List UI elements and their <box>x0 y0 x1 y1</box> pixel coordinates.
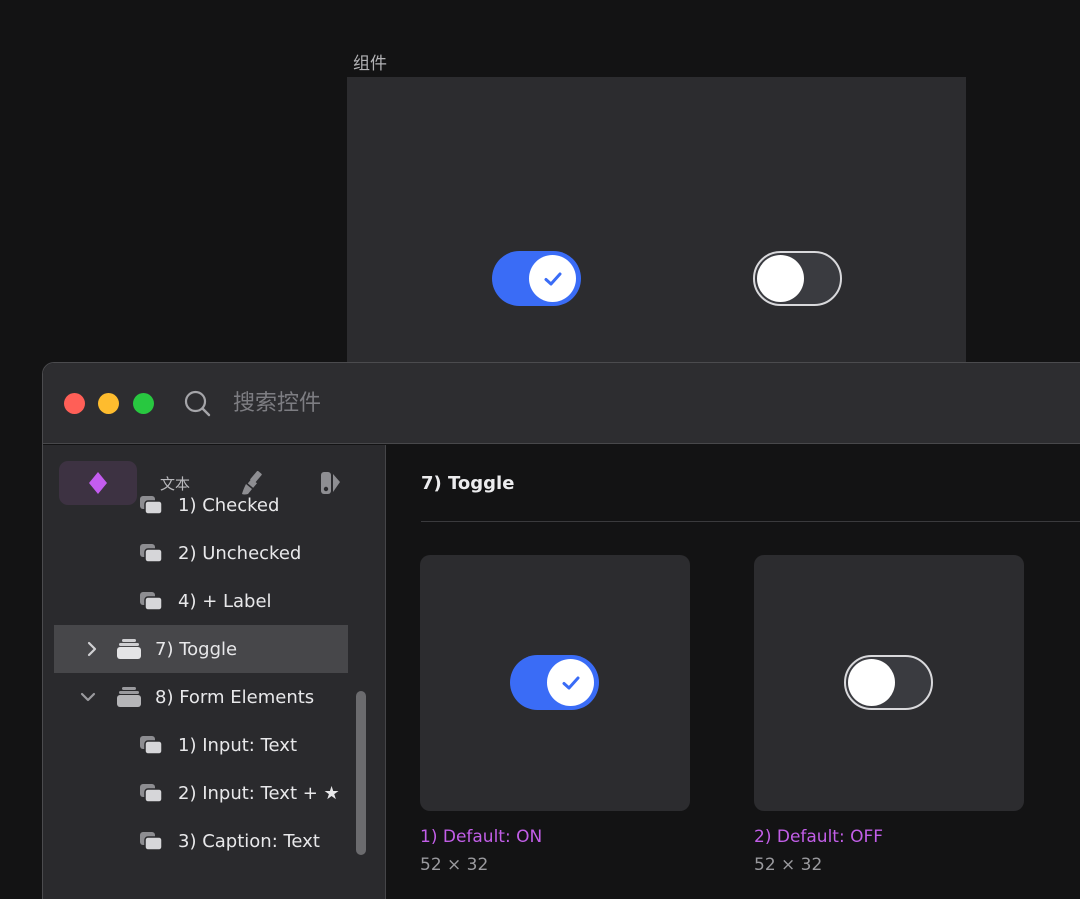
tree-item-input-text[interactable]: 1) Input: Text <box>54 721 348 769</box>
tree-item-checked[interactable]: 1) Checked <box>54 481 348 529</box>
symbol-icon <box>140 736 163 755</box>
component-size: 52 × 32 <box>420 855 489 875</box>
zoom-button[interactable] <box>133 393 154 414</box>
tree-item-label: 7) Toggle <box>155 638 238 660</box>
folder-stack-icon <box>117 639 141 659</box>
toggle-off-thumbnail <box>844 655 933 710</box>
tree-item-input-text-star[interactable]: 2) Input: Text + ★ <box>54 769 348 817</box>
search-icon <box>184 390 211 417</box>
components-window: 文本 1) Checked 2) Unchecke <box>42 362 1080 899</box>
component-panel: 7) Toggle 1) Default: ON 52 × 32 2) Defa… <box>387 445 1080 899</box>
tree-item-unchecked[interactable]: 2) Unchecked <box>54 529 348 577</box>
tree-item-label: 2) Input: Text + ★ <box>178 782 340 804</box>
search-input[interactable] <box>233 385 633 421</box>
symbol-icon <box>140 544 163 563</box>
close-button[interactable] <box>64 393 85 414</box>
artboard[interactable] <box>347 77 966 367</box>
symbol-icon <box>140 832 163 851</box>
tree-item-caption-text[interactable]: 3) Caption: Text <box>54 817 348 865</box>
toggle-knob <box>547 659 594 706</box>
toggle-knob <box>848 659 895 706</box>
checkmark-icon <box>562 676 579 689</box>
toggle-knob <box>529 255 576 302</box>
chevron-right-icon[interactable] <box>84 641 100 657</box>
symbol-icon <box>140 784 163 803</box>
tree-item-label: 3) Caption: Text <box>178 830 320 852</box>
title-bar <box>43 363 1080 444</box>
toggle-on-preview[interactable] <box>492 251 581 306</box>
checkmark-icon <box>544 272 561 285</box>
tree-item-label: 8) Form Elements <box>155 686 315 708</box>
component-size: 52 × 32 <box>754 855 823 875</box>
component-name: 1) Default: ON <box>420 827 543 847</box>
component-name: 2) Default: OFF <box>754 827 884 847</box>
section-title: 7) Toggle <box>421 473 515 494</box>
artboard-label[interactable]: 组件 <box>353 49 387 74</box>
tree-item-label: 1) Input: Text <box>178 734 297 756</box>
toggle-on-thumbnail <box>510 655 599 710</box>
tree-item-label-variant[interactable]: 4) + Label <box>54 577 348 625</box>
tree-item-form-elements[interactable]: 8) Form Elements <box>54 673 348 721</box>
folder-stack-icon <box>117 687 141 707</box>
component-card-on[interactable] <box>420 555 690 811</box>
tree-item-toggle[interactable]: 7) Toggle <box>54 625 348 673</box>
toggle-off-preview[interactable] <box>753 251 842 306</box>
component-card-off[interactable] <box>754 555 1024 811</box>
symbol-icon <box>140 592 163 611</box>
sidebar-scrollbar[interactable] <box>356 691 366 855</box>
symbol-icon <box>140 496 163 515</box>
sidebar: 文本 1) Checked 2) Unchecked 4) + Label 7)… <box>43 445 386 899</box>
divider <box>421 521 1080 522</box>
tree-item-label: 1) Checked <box>178 494 280 516</box>
toggle-knob <box>757 255 804 302</box>
tree-item-label: 2) Unchecked <box>178 542 302 564</box>
minimize-button[interactable] <box>98 393 119 414</box>
tree-item-label: 4) + Label <box>178 590 272 612</box>
chevron-down-icon[interactable] <box>80 689 96 705</box>
